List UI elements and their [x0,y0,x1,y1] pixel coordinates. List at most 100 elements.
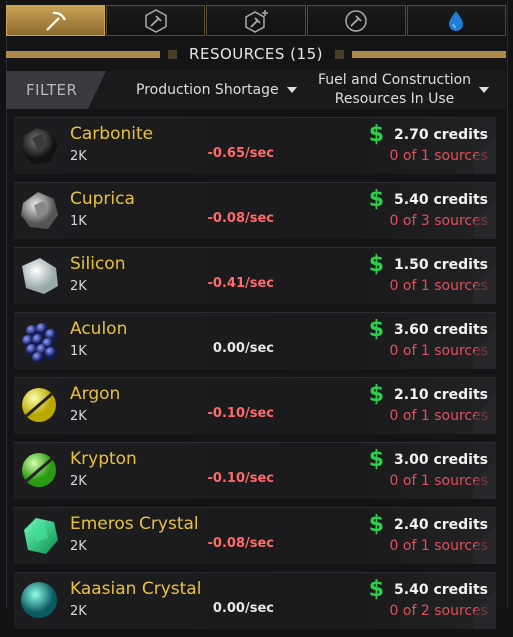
header-square-left [168,49,178,59]
resource-row-kaasian-crystal[interactable]: Kaasian Crystal 2K 0.00/sec $5.40 credit… [14,572,496,629]
resource-row-argon[interactable]: Argon 2K -0.10/sec $2.10 credits 0 of 1 … [14,377,496,434]
resource-name: Silicon [70,254,126,274]
caret-down-icon [479,87,490,93]
hex-hammer-plus-icon [245,9,268,33]
page-title: RESOURCES (15) [189,45,323,63]
resource-rate: 0.00/sec [212,341,274,356]
krypton-icon [22,453,56,487]
resource-credits: $5.40 credits [369,577,488,602]
credits-icon: $ [368,382,385,407]
resource-credits: $2.10 credits [369,382,488,407]
kaasian-crystal-icon [21,582,57,618]
resource-sources[interactable]: 0 of 1 sources [390,278,488,294]
resource-credits: $5.40 credits [369,187,488,212]
credits-icon: $ [368,187,385,212]
resource-quantity: 2K [70,409,87,424]
filter-label: FILTER [6,71,106,109]
credits-icon: $ [368,512,385,537]
hex-hammer-icon [145,8,167,33]
resource-list: Carbonite 2K -0.65/sec $2.70 credits 0 o… [14,117,496,637]
dropdown-label: Fuel and Construction Resources In Use [318,71,471,109]
credits-icon: $ [368,252,385,277]
credits-value: 3.00 credits [394,451,488,468]
resource-rate: -0.65/sec [207,146,274,161]
resource-rate: -0.41/sec [207,276,274,291]
resource-sources[interactable]: 0 of 3 sources [390,213,488,229]
resource-rate: -0.10/sec [207,471,274,486]
header-bar-left [6,50,161,58]
resource-row-emeros-crystal[interactable]: Emeros Crystal 2K -0.08/sec $2.40 credit… [14,507,496,564]
carbonite-icon [22,128,58,164]
resource-quantity: 1K [70,214,87,229]
credits-value: 3.60 credits [394,321,488,338]
credits-icon: $ [368,577,385,602]
circle-hammer-icon [345,9,367,32]
resource-name: Emeros Crystal [70,514,199,534]
resource-credits: $2.40 credits [369,512,488,537]
resource-rate: -0.08/sec [207,536,274,551]
dropdown-label-line2: Resources In Use [334,91,455,107]
resource-row-cuprica[interactable]: Cuprica 1K -0.08/sec $5.40 credits 0 of … [14,182,496,239]
aculon-icon [22,323,57,361]
credits-icon: $ [368,317,385,342]
water-drop-icon [449,10,464,31]
dropdown-label-line1: Fuel and Construction [318,72,472,88]
pickaxe-icon [45,11,66,31]
credits-value: 2.40 credits [394,516,488,533]
credits-icon: $ [368,122,385,147]
header-square-right [334,49,344,59]
resource-credits: $3.00 credits [369,447,488,472]
resource-sources[interactable]: 0 of 1 sources [390,538,488,554]
resource-row-aculon[interactable]: Aculon 1K 0.00/sec $3.60 credits 0 of 1 … [14,312,496,369]
resource-quantity: 2K [70,604,87,619]
credits-value: 5.40 credits [394,191,488,208]
emeros-crystal-icon [24,518,58,554]
resource-sources[interactable]: 0 of 1 sources [390,408,488,424]
dropdown-label: Production Shortage [136,81,279,98]
tab-mining[interactable] [6,5,106,36]
resource-sources[interactable]: 0 of 2 sources [390,603,488,619]
resource-rate: 0.00/sec [212,601,274,616]
resource-name: Argon [70,384,121,404]
resource-name: Cuprica [70,189,135,209]
credits-value: 1.50 credits [394,256,488,273]
argon-icon [22,388,56,422]
production-shortage-dropdown[interactable]: Production Shortage [136,71,297,109]
credits-icon: $ [368,447,385,472]
resource-credits: $1.50 credits [369,252,488,277]
filter-bar: FILTER Production Shortage Fuel and Cons… [6,71,506,109]
tab-bar [6,5,507,36]
credits-value: 2.70 credits [394,126,488,143]
resource-sources[interactable]: 0 of 1 sources [390,473,488,489]
resource-quantity: 2K [70,149,87,164]
resource-name: Krypton [70,449,137,469]
resource-sources[interactable]: 0 of 1 sources [390,148,488,164]
credits-value: 2.10 credits [394,386,488,403]
resource-credits: $3.60 credits [369,317,488,342]
resource-rate: -0.10/sec [207,406,274,421]
resource-name: Aculon [70,319,128,339]
resource-quantity: 2K [70,539,87,554]
resource-row-carbonite[interactable]: Carbonite 2K -0.65/sec $2.70 credits 0 o… [14,117,496,174]
resource-quantity: 2K [70,474,87,489]
tab-build[interactable] [106,5,206,36]
cuprica-icon [21,192,58,229]
resource-row-silicon[interactable]: Silicon 2K -0.41/sec $1.50 credits 0 of … [14,247,496,304]
resource-name: Kaasian Crystal [70,579,202,599]
silicon-icon [22,258,58,294]
resource-row-krypton[interactable]: Krypton 2K -0.10/sec $3.00 credits 0 of … [14,442,496,499]
resource-sources[interactable]: 0 of 1 sources [390,343,488,359]
tab-fluids[interactable] [406,5,507,36]
resources-in-use-dropdown[interactable]: Fuel and Construction Resources In Use [318,71,490,109]
resource-name: Carbonite [70,124,154,144]
caret-down-icon [286,87,297,93]
header-bar-right [351,50,507,58]
resources-header: RESOURCES (15) [6,41,507,67]
tab-refine[interactable] [306,5,406,36]
resource-quantity: 2K [70,279,87,294]
resource-quantity: 1K [70,344,87,359]
resource-credits: $2.70 credits [369,122,488,147]
tab-build-add[interactable] [206,5,306,36]
resource-rate: -0.08/sec [207,211,274,226]
credits-value: 5.40 credits [394,581,488,598]
